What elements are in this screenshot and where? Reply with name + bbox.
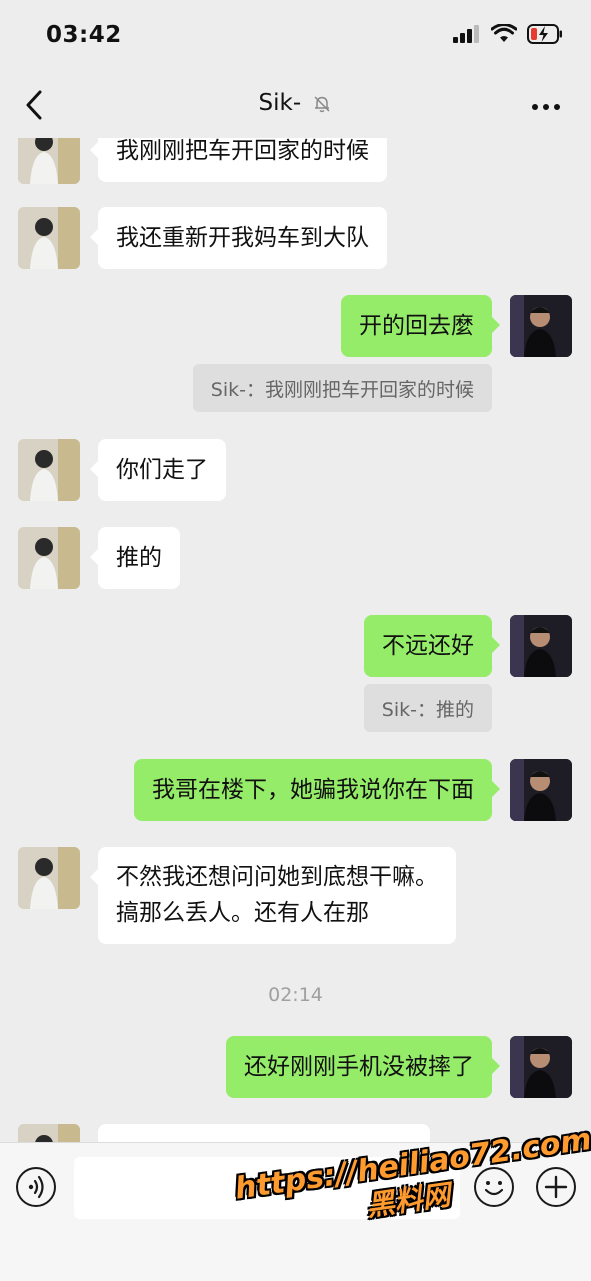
mute-bell-icon [314, 95, 330, 112]
voice-wave-icon [28, 1175, 44, 1199]
quoted-text: Sik-：推的 [381, 698, 474, 721]
contact-avatar[interactable] [18, 439, 80, 501]
contact-avatar[interactable] [18, 207, 80, 269]
self-avatar[interactable] [510, 615, 572, 677]
message-text: 我刚刚把车开回家的时候 [116, 138, 369, 164]
message-text: 我哥在楼下，她骗我说你在下面 [152, 777, 474, 803]
message-text-line: 不然我还想问问她到底想干嘛。 [116, 864, 438, 890]
signal-icon [453, 25, 479, 43]
chat-title-group: Sik- [0, 90, 591, 116]
message-bubble[interactable]: 我还重新开我妈车到大队 [90, 207, 387, 269]
message-bubble-self[interactable]: 还好刚刚手机没被摔了 [226, 1036, 500, 1098]
wifi-icon [491, 24, 517, 42]
message-text: 还好刚刚手机没被摔了 [244, 1054, 474, 1080]
battery-charging-icon [527, 24, 562, 44]
voice-button[interactable] [16, 1167, 56, 1207]
message-bubble[interactable]: 你们走了 [90, 439, 226, 501]
message-bubble-self[interactable]: 开的回去麼 [341, 295, 500, 357]
message-text: 不远还好 [382, 633, 474, 659]
self-avatar[interactable] [510, 759, 572, 821]
timestamp: 02:14 [268, 984, 323, 1006]
message-text: 开的回去麼 [359, 313, 474, 339]
message-text-line: 搞那么丢人。还有人在那 [116, 900, 369, 926]
self-photo [510, 615, 572, 677]
message-text: 推的 [116, 545, 162, 571]
status-bar: 03:42 [0, 0, 591, 72]
self-avatar[interactable] [510, 1036, 572, 1098]
contact-avatar[interactable] [18, 527, 80, 589]
contact-photo [18, 847, 80, 909]
status-icons [453, 24, 563, 44]
message-bubble-self[interactable]: 不远还好 [364, 615, 500, 677]
message-bubble[interactable]: 不然我还想问问她到底想干嘛。 搞那么丢人。还有人在那 [90, 847, 456, 944]
message-bubble-partial[interactable] [98, 1124, 430, 1142]
message-text: 你们走了 [116, 457, 208, 483]
contact-avatar[interactable] [18, 138, 80, 184]
contact-photo [18, 207, 80, 269]
self-avatar[interactable] [510, 295, 572, 357]
message-bubble-self[interactable]: 我哥在楼下，她骗我说你在下面 [134, 759, 500, 821]
quoted-reply[interactable]: Sik-：我刚刚把车开回家的时候 [192, 364, 492, 412]
message-bubble[interactable]: 我刚刚把车开回家的时候 [90, 138, 387, 182]
chat-header: Sik- [0, 72, 591, 138]
contact-photo [18, 138, 80, 184]
quoted-reply[interactable]: Sik-：推的 [363, 684, 492, 732]
message-list[interactable]: 我刚刚把车开回家的时候 我还重新开我妈车到大队 开的回去麼 Sik-：我刚刚把车… [0, 138, 591, 1142]
status-time: 03:42 [46, 22, 122, 48]
contact-photo [18, 1124, 80, 1142]
contact-avatar[interactable] [18, 1124, 80, 1142]
message-bubble[interactable]: 推的 [90, 527, 180, 589]
message-text: 我还重新开我妈车到大队 [116, 225, 369, 251]
self-photo [510, 1036, 572, 1098]
self-photo [510, 759, 572, 821]
chat-title: Sik- [258, 90, 302, 116]
contact-photo [18, 439, 80, 501]
self-photo [510, 295, 572, 357]
more-options-icon[interactable] [529, 92, 563, 122]
contact-avatar[interactable] [18, 847, 80, 909]
contact-photo [18, 527, 80, 589]
quoted-text: Sik-：我刚刚把车开回家的时候 [210, 378, 474, 401]
